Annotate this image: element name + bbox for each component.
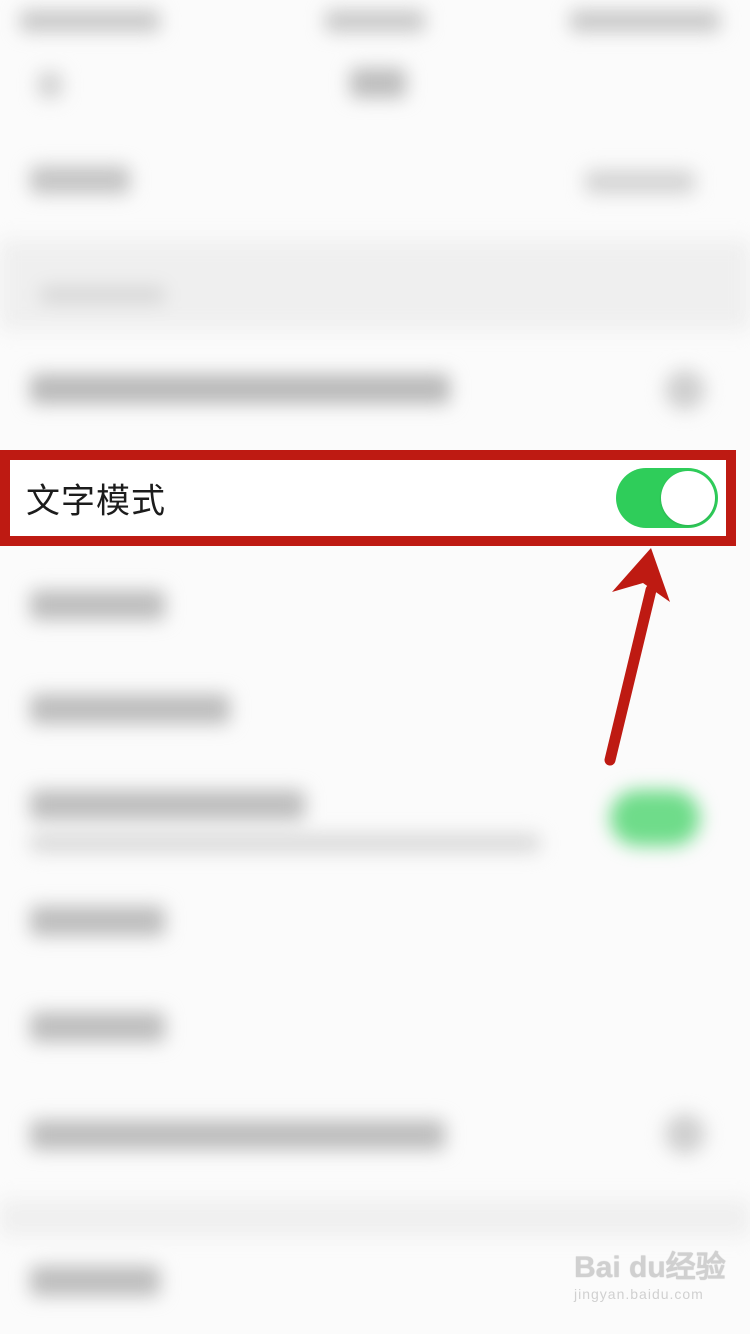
watermark-logo: Bai du经验 — [574, 1251, 726, 1284]
section-gap — [0, 240, 750, 330]
highlighted-setting-row: 文字模式 — [0, 450, 736, 546]
row-placeholder — [30, 834, 540, 852]
row-placeholder — [665, 1114, 705, 1154]
text-mode-label: 文字模式 — [26, 481, 166, 522]
back-icon-placeholder — [38, 72, 62, 98]
row-placeholder — [30, 694, 230, 724]
row-placeholder — [30, 590, 165, 620]
row-placeholder — [665, 370, 705, 410]
baidu-jingyan-watermark: Bai du经验 jingyan.baidu.com — [574, 1250, 726, 1320]
text-mode-toggle[interactable] — [616, 468, 718, 528]
status-bar-placeholder — [20, 10, 160, 32]
row-placeholder — [30, 1266, 160, 1296]
row-placeholder — [30, 790, 305, 820]
row-placeholder — [30, 166, 130, 194]
row-placeholder — [585, 170, 695, 194]
toggle-placeholder — [610, 790, 700, 846]
status-bar-placeholder — [570, 10, 720, 32]
row-placeholder — [30, 906, 165, 936]
toggle-knob — [661, 471, 715, 525]
row-placeholder — [30, 1012, 165, 1042]
row-placeholder — [30, 374, 450, 404]
watermark-url: jingyan.baidu.com — [574, 1286, 704, 1302]
blurred-background — [0, 0, 750, 1334]
section-gap — [0, 1200, 750, 1236]
row-placeholder — [30, 1120, 445, 1150]
nav-title-placeholder — [350, 68, 406, 98]
section-header-placeholder — [40, 286, 165, 304]
status-bar-placeholder — [325, 10, 425, 32]
